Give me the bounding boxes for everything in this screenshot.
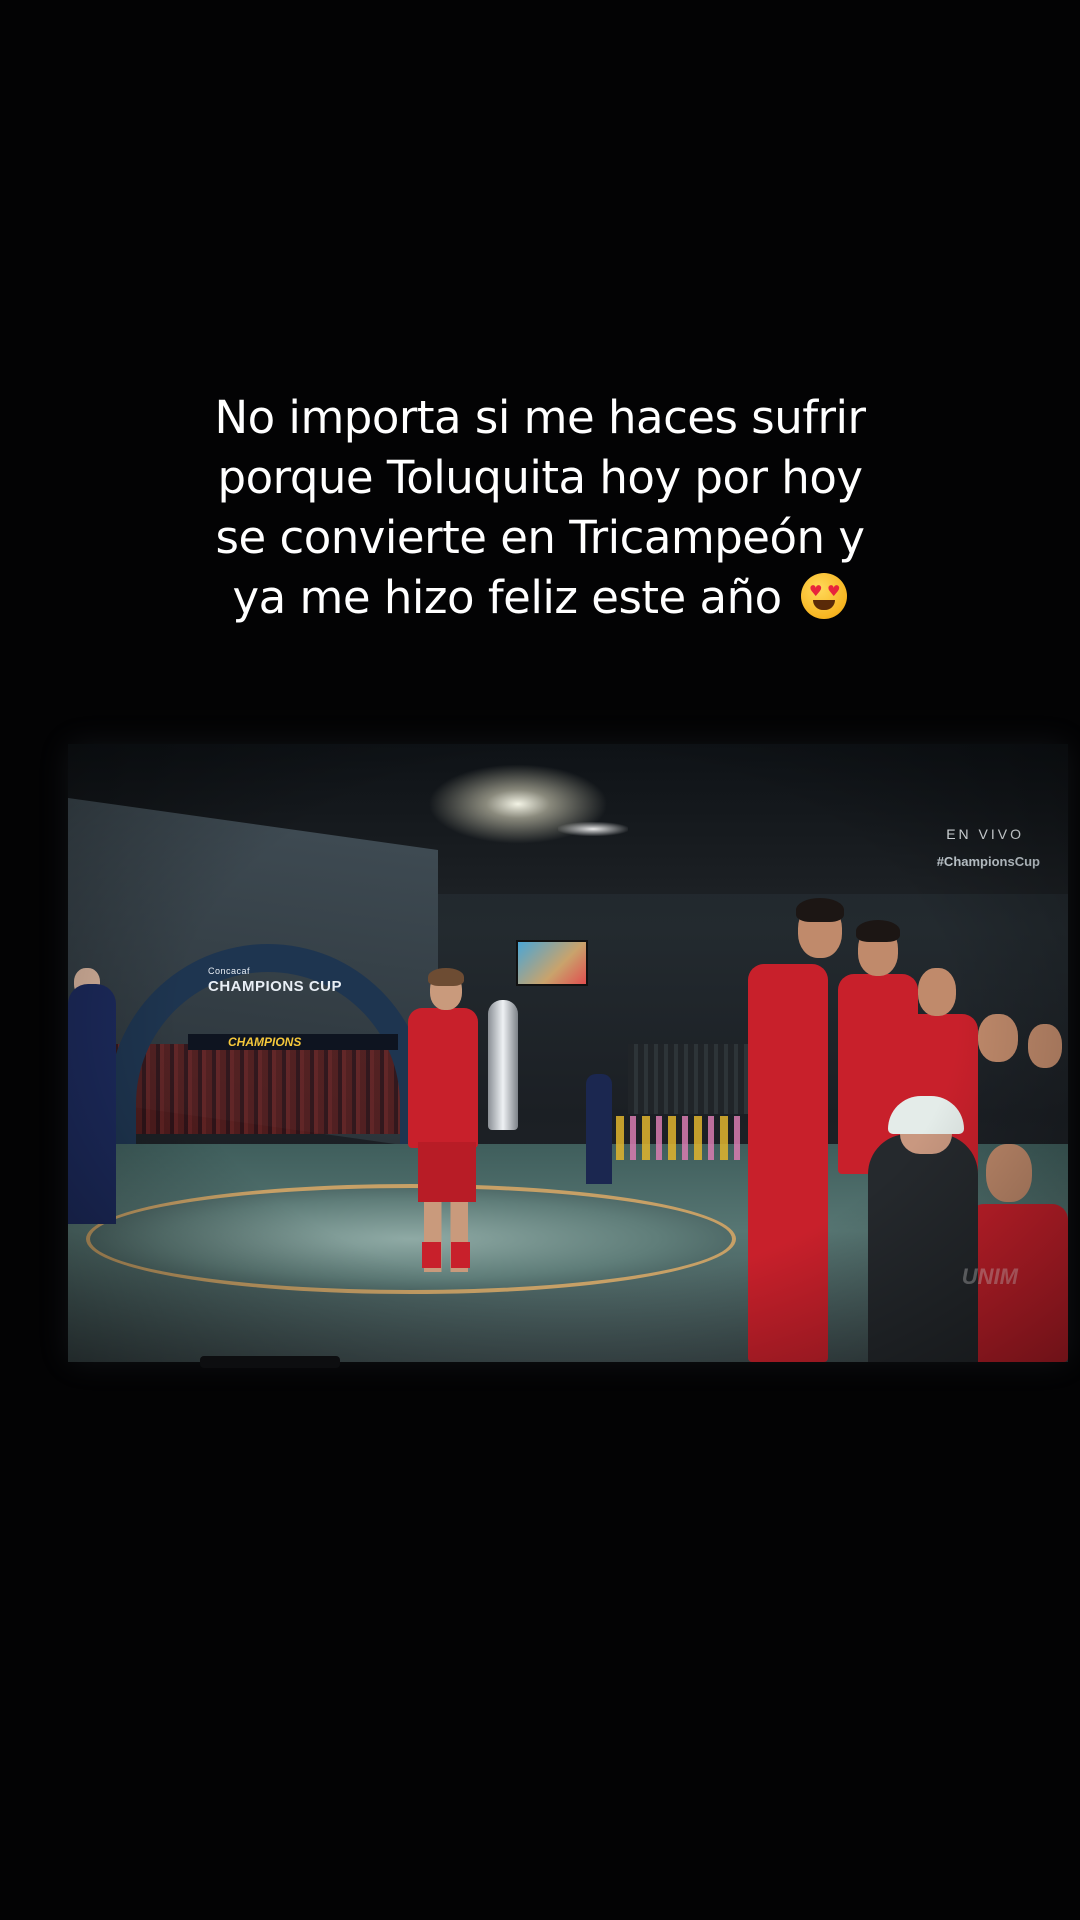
emoji-mouth (813, 600, 836, 610)
caption-line-4: ya me hizo feliz este año ♥ ♥ (150, 568, 930, 628)
player-13-hair (796, 898, 844, 922)
heart-eye-right-icon: ♥ (827, 582, 840, 600)
arch-logo-text: Concacaf CHAMPIONS CUP (208, 964, 378, 994)
distant-players (616, 1116, 746, 1160)
player-hair (428, 968, 464, 986)
stadium-screen (516, 940, 588, 986)
player-back-2-head (918, 968, 956, 1016)
steward-figure (68, 984, 116, 1224)
caption-line-2: porque Toluquita hoy por hoy (217, 451, 863, 504)
player-socks (422, 1242, 470, 1268)
player-with-trophy (408, 968, 478, 1272)
player-back-4-head (1028, 1024, 1062, 1068)
caption-line-4-text: ya me hizo feliz este año (232, 571, 783, 624)
player-front-right-head (986, 1144, 1032, 1202)
player-13 (748, 964, 828, 1362)
heart-eyes-emoji-icon: ♥ ♥ (801, 573, 848, 619)
heart-eye-left-icon: ♥ (809, 582, 822, 600)
hashtag-label: #ChampionsCup (936, 854, 1040, 869)
arch-brand-small: Concacaf (208, 966, 251, 976)
hostess-figure (586, 1074, 612, 1184)
projector-silhouette (200, 1356, 340, 1368)
champions-banner: CHAMPIONS (188, 1034, 398, 1050)
player-back-1-hair (856, 920, 900, 942)
live-label: EN VIVO (946, 826, 1024, 842)
caption-line-3: se convierte en Tricampeón y (215, 511, 865, 564)
player-shirt (408, 1008, 478, 1148)
trophy-icon (488, 1000, 518, 1130)
caption-line-1: No importa si me haces sufrir (214, 391, 866, 444)
stadium-light-secondary (558, 822, 628, 836)
arch-brand: CHAMPIONS CUP (208, 978, 343, 995)
caption-overlay: No importa si me haces sufrir porque Tol… (150, 388, 930, 628)
broadcaster-watermark: UNIM (961, 1264, 1018, 1289)
player-back-3-head (978, 1014, 1018, 1062)
coach-figure (868, 1134, 978, 1362)
projected-video-frame: Concacaf CHAMPIONS CUP CHAMPIONS EN VIVO… (68, 744, 1068, 1362)
player-shorts (418, 1142, 476, 1202)
